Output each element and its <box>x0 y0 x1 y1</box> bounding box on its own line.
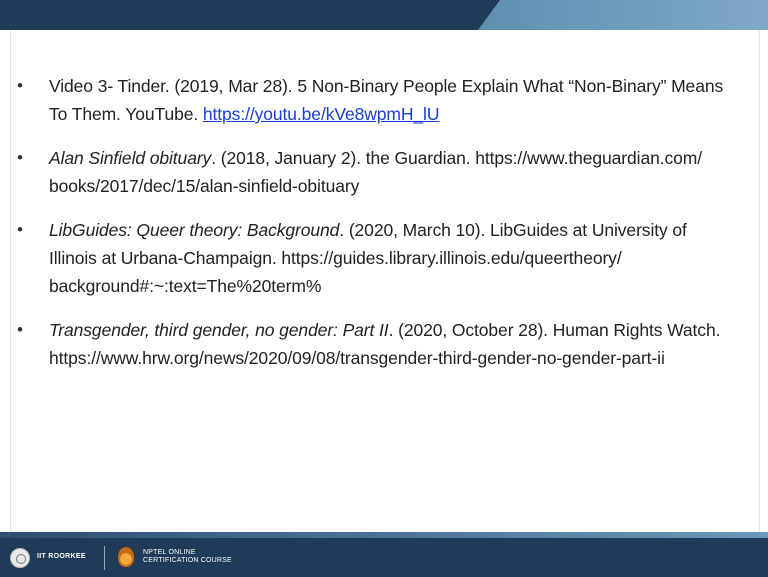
slide-top-accent <box>478 0 768 30</box>
course-line-2: CERTIFICATION COURSE <box>143 557 232 564</box>
course-name: NPTEL ONLINE CERTIFICATION COURSE <box>143 549 232 565</box>
reference-title: LibGuides: Queer theory: Background <box>49 220 340 240</box>
reference-item: • Alan Sinfield obituary. (2018, January… <box>15 144 735 200</box>
institute-name: IIT ROORKEE <box>37 553 86 560</box>
bullet: • <box>17 320 23 339</box>
reference-item: • Transgender, third gender, no gender: … <box>15 316 735 372</box>
bullet: • <box>17 148 23 167</box>
reference-title: Alan Sinfield obituary <box>49 148 212 168</box>
reference-item: • Video 3- Tinder. (2019, Mar 28). 5 Non… <box>15 72 735 128</box>
reference-item: • LibGuides: Queer theory: Background. (… <box>15 216 735 300</box>
reference-list: • Video 3- Tinder. (2019, Mar 28). 5 Non… <box>15 72 735 388</box>
footer-divider <box>104 546 105 570</box>
youtube-link[interactable]: https://youtu.be/kVe8wpmH_lU <box>203 104 440 124</box>
course-line-1: NPTEL ONLINE <box>143 549 196 556</box>
iit-roorkee-logo-icon <box>10 548 30 568</box>
bullet: • <box>17 76 23 95</box>
nptel-logo-icon <box>118 547 134 567</box>
reference-title: Transgender, third gender, no gender: Pa… <box>49 320 389 340</box>
slide-footer <box>0 538 768 577</box>
bullet: • <box>17 220 23 239</box>
